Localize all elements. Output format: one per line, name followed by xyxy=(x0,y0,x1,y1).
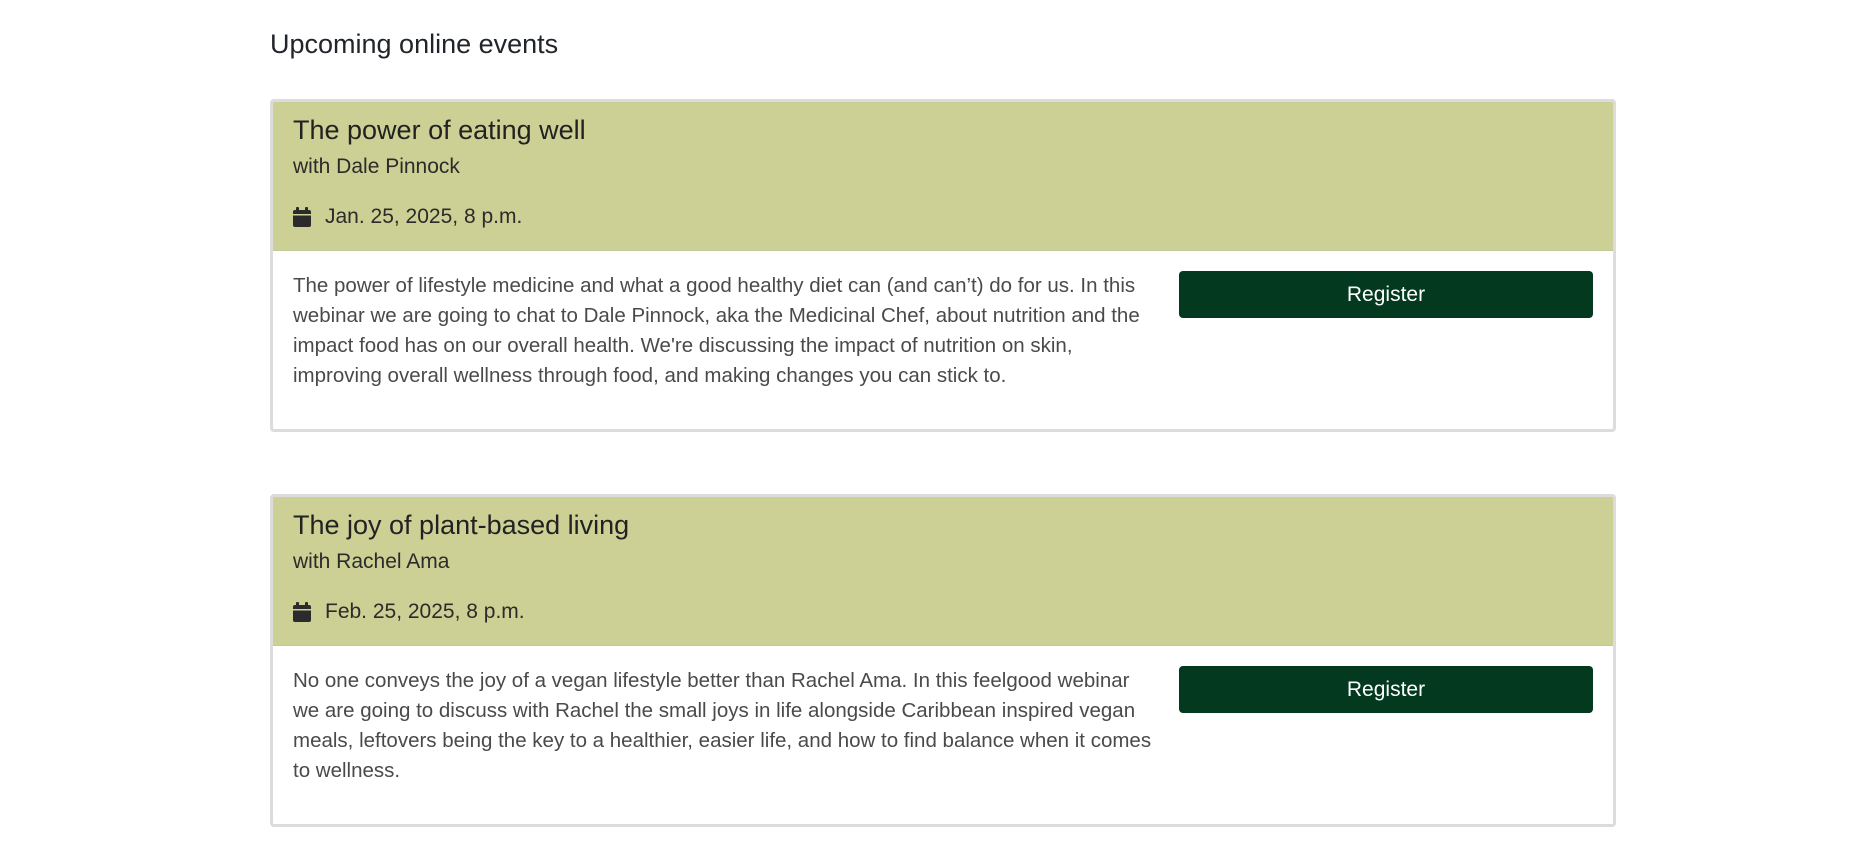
event-card-header: The power of eating well with Dale Pinno… xyxy=(273,102,1613,251)
calendar-icon xyxy=(293,207,311,227)
events-container: Upcoming online events The power of eati… xyxy=(270,0,1616,827)
event-host: with Rachel Ama xyxy=(293,550,450,573)
event-title: The joy of plant-based living xyxy=(293,510,630,540)
event-card-header: The joy of plant-based living with Rache… xyxy=(273,497,1613,646)
page: Upcoming online events The power of eati… xyxy=(0,0,1873,848)
event-date-row: Jan. 25, 2025, 8 p.m. xyxy=(293,204,1593,230)
event-date: Feb. 25, 2025, 8 p.m. xyxy=(325,600,525,623)
event-title: The power of eating well xyxy=(293,115,586,145)
section-title: Upcoming online events xyxy=(270,29,559,59)
event-description: The power of lifestyle medicine and what… xyxy=(293,274,1140,387)
event-card: The joy of plant-based living with Rache… xyxy=(270,494,1616,827)
event-description: No one conveys the joy of a vegan lifest… xyxy=(293,669,1152,782)
event-date-row: Feb. 25, 2025, 8 p.m. xyxy=(293,599,1593,625)
register-button[interactable]: Register xyxy=(1179,666,1593,713)
calendar-icon xyxy=(293,602,311,622)
event-card-body: No one conveys the joy of a vegan lifest… xyxy=(273,646,1613,824)
register-button[interactable]: Register xyxy=(1179,271,1593,318)
event-card: The power of eating well with Dale Pinno… xyxy=(270,99,1616,432)
event-host: with Dale Pinnock xyxy=(293,155,460,178)
event-date: Jan. 25, 2025, 8 p.m. xyxy=(325,205,523,228)
event-card-body: The power of lifestyle medicine and what… xyxy=(273,251,1613,429)
